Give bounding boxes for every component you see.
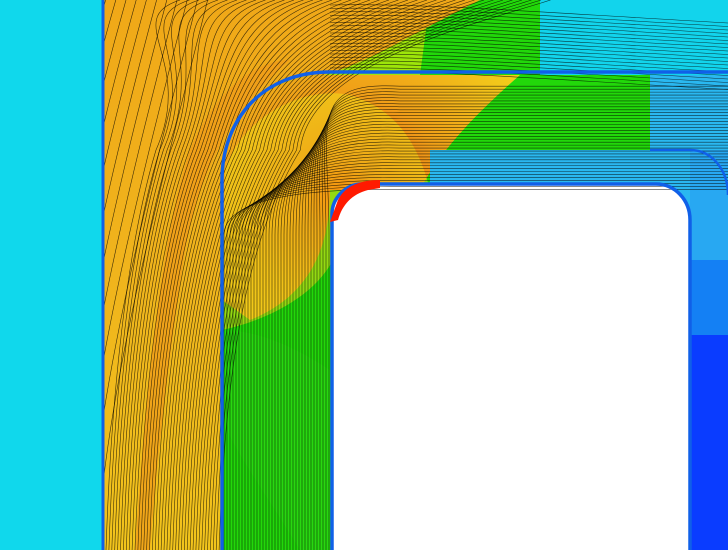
slot-window	[332, 184, 690, 550]
flux-density-plot	[0, 0, 728, 550]
right-deep-band	[690, 330, 728, 550]
cyan-upper-band	[540, 0, 728, 75]
right-mid-band	[690, 260, 728, 335]
